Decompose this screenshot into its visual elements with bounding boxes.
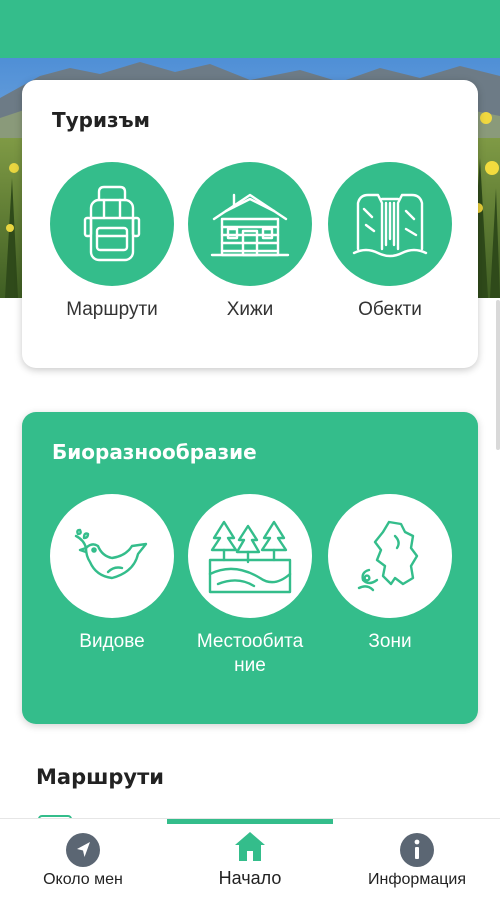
tile-sites-label: Обекти — [358, 299, 422, 320]
biodiversity-title: Биоразнообразие — [52, 440, 257, 464]
app-top-bar — [0, 0, 500, 58]
bottom-navigation: Около мен Начало Информация — [0, 818, 500, 900]
dove-icon — [74, 528, 148, 580]
tile-zones-label: Зони — [368, 631, 412, 652]
nav-nearby-label: Около мен — [43, 871, 123, 888]
tile-species[interactable]: Видове — [50, 494, 174, 654]
tile-huts[interactable]: Хижи — [188, 162, 312, 322]
tile-routes-label: Маршрути — [66, 299, 158, 320]
huts-circle[interactable] — [188, 162, 312, 286]
tourism-title: Туризъм — [52, 108, 151, 132]
tile-routes[interactable]: Маршрути — [50, 162, 174, 322]
backpack-icon — [83, 185, 141, 262]
tourism-card: Туризъм Маршрути Хижи Обекти — [22, 80, 478, 368]
species-circle[interactable] — [50, 494, 174, 618]
nav-info[interactable]: Информация — [334, 819, 500, 900]
nav-nearby[interactable]: Около мен — [0, 819, 166, 900]
tile-huts-label: Хижи — [226, 299, 274, 320]
habitats-circle[interactable] — [188, 494, 312, 618]
routes-section-title: Маршрути — [36, 765, 165, 789]
routes-circle[interactable] — [50, 162, 174, 286]
biodiversity-card: Биоразнообразие Видове Местообита ние Зо… — [22, 412, 478, 724]
waterfall-icon — [352, 193, 428, 258]
info-icon — [400, 833, 434, 867]
tile-sites[interactable]: Обекти — [328, 162, 452, 322]
tile-zones[interactable]: Зони — [328, 494, 452, 654]
hut-icon — [210, 193, 290, 257]
scroll-indicator[interactable] — [496, 300, 500, 450]
map-region-icon — [357, 520, 419, 592]
tile-habitats[interactable]: Местообита ние — [188, 494, 312, 678]
navigation-arrow-icon — [66, 833, 100, 867]
tile-species-label: Видове — [79, 631, 145, 652]
nav-home[interactable]: Начало — [167, 819, 333, 900]
nav-info-label: Информация — [368, 871, 466, 888]
forest-icon — [208, 520, 292, 594]
nav-home-label: Начало — [218, 868, 282, 888]
home-icon — [235, 832, 265, 861]
sites-circle[interactable] — [328, 162, 452, 286]
zones-circle[interactable] — [328, 494, 452, 618]
tile-habitats-label: Местообита ние — [196, 631, 304, 676]
